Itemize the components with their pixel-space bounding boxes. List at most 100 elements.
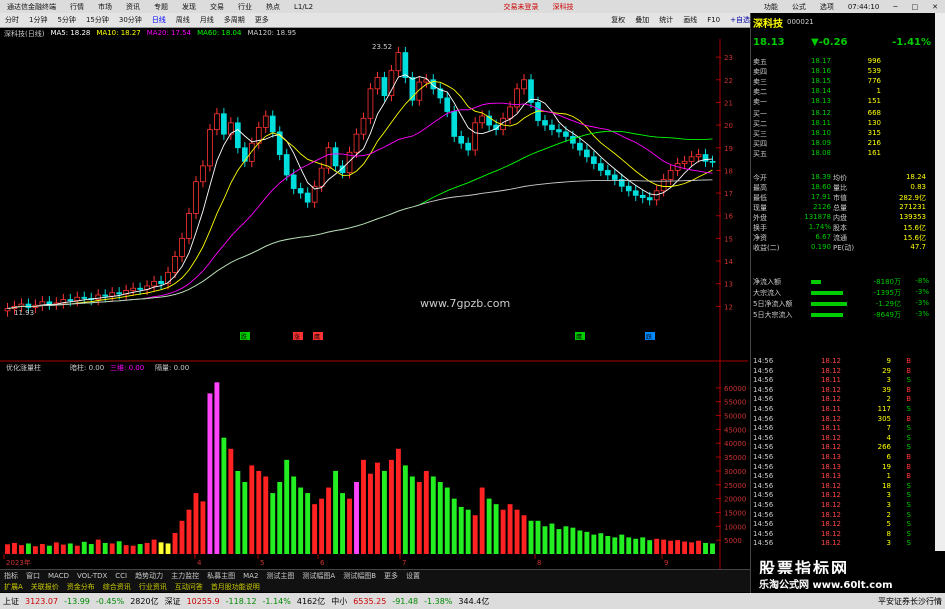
tick-row[interactable]: 14:56 18.13 1 B	[751, 472, 931, 482]
volume-bar	[388, 459, 394, 554]
extension-tab[interactable]: 扩展A	[0, 582, 27, 592]
indicator-tab[interactable]: MACD	[44, 572, 73, 580]
indicator-tab[interactable]: 更多	[380, 571, 402, 581]
period-tab[interactable]: 更多	[250, 15, 274, 25]
minimize-icon[interactable]: ─	[886, 3, 904, 11]
indicator-tab[interactable]: MA2	[239, 572, 262, 580]
tick-row[interactable]: 14:56 18.12 8 S	[751, 530, 931, 540]
extension-tab[interactable]: 首月股功能说明	[207, 582, 264, 592]
volume-bar	[647, 540, 653, 554]
candle-body	[611, 174, 618, 180]
tick-row[interactable]: 14:56 18.12 39 B	[751, 386, 931, 396]
indicator-tab[interactable]: 设置	[402, 571, 424, 581]
menu-item[interactable]: 选项	[813, 2, 841, 12]
tick-row[interactable]: 14:56 18.12 5 S	[751, 520, 931, 530]
price-low-annotation: 11.93	[14, 309, 34, 317]
volume-bar	[528, 520, 534, 554]
volume-bar	[312, 504, 318, 554]
indicator-tab[interactable]: 主力监控	[167, 571, 203, 581]
menu-item[interactable]: 行业	[231, 2, 259, 12]
period-tab-active[interactable]: 日线	[147, 15, 171, 25]
volume-bar	[116, 541, 122, 554]
period-tab[interactable]: 5分钟	[52, 15, 80, 25]
tick-cell: 14:56	[753, 453, 774, 461]
tick-row[interactable]: 14:56 18.11 3 S	[751, 376, 931, 386]
tick-row[interactable]: 14:56 18.12 3 S	[751, 491, 931, 501]
tick-row[interactable]: 14:56 18.13 6 B	[751, 453, 931, 463]
period-tab[interactable]: 分时	[0, 15, 24, 25]
volume-bar	[284, 459, 290, 554]
tick-cell: S	[906, 405, 911, 413]
extension-tab[interactable]: 综合资讯	[99, 582, 135, 592]
index-name: 中小	[331, 596, 348, 606]
indicator-tab[interactable]: 窗口	[22, 571, 44, 581]
period-tab[interactable]: 多周期	[219, 15, 250, 25]
tick-row[interactable]: 14:56 18.12 3 S	[751, 539, 931, 549]
tick-row[interactable]: 14:56 18.12 18 S	[751, 482, 931, 492]
tool-button[interactable]: F10	[702, 16, 725, 24]
tick-row[interactable]: 14:56 18.12 305 B	[751, 415, 931, 425]
period-tab[interactable]: 15分钟	[81, 15, 114, 25]
tick-row[interactable]: 14:56 18.11 7 S	[751, 424, 931, 434]
candle-body	[521, 79, 527, 90]
menu-item[interactable]: 专题	[147, 2, 175, 12]
tick-row[interactable]: 14:56 18.12 2 S	[751, 511, 931, 521]
tick-row[interactable]: 14:56 18.12 3 S	[751, 501, 931, 511]
tick-row[interactable]: 14:56 18.11 117 S	[751, 405, 931, 415]
tick-cell: 18.12	[820, 433, 841, 442]
menu-item[interactable]: 热点	[259, 2, 287, 12]
menu-item[interactable]: 公式	[785, 2, 813, 12]
period-tab[interactable]: 30分钟	[114, 15, 147, 25]
indicator-tab[interactable]: 测试主图	[262, 571, 298, 581]
trade-status[interactable]: 交易未登录	[496, 2, 545, 12]
volume-bar	[612, 537, 618, 554]
menu-item[interactable]: 市场	[91, 2, 119, 12]
period-tab[interactable]: 1分钟	[24, 15, 52, 25]
stat-row: 今开 18.39 均价 18.24	[751, 173, 931, 183]
tick-row[interactable]: 14:56 18.12 266 S	[751, 443, 931, 453]
indicator-tab[interactable]: 趋势动力	[131, 571, 167, 581]
tick-row[interactable]: 14:56 18.12 9 B	[751, 357, 931, 367]
menu-item[interactable]: 行情	[63, 2, 91, 12]
extension-tab[interactable]: 关联报价	[27, 582, 63, 592]
close-icon[interactable]: ✕	[925, 3, 945, 11]
menu-item[interactable]: 发现	[175, 2, 203, 12]
indicator-tab[interactable]: 测试幅图B	[339, 571, 380, 581]
tick-cell: 14:56	[753, 520, 774, 529]
tool-button[interactable]: 画线	[678, 15, 702, 25]
maximize-icon[interactable]: □	[905, 3, 926, 11]
menu-item[interactable]: 交易	[203, 2, 231, 12]
volume-bar	[689, 542, 695, 554]
menu-item[interactable]: 资讯	[119, 2, 147, 12]
indicator-tab[interactable]: CCI	[111, 572, 131, 580]
period-tab[interactable]: 周线	[171, 15, 195, 25]
indicator-tab[interactable]: 测试幅图A	[298, 571, 339, 581]
tick-cell: 8	[886, 529, 891, 538]
menu-item[interactable]: 功能	[757, 2, 785, 12]
tick-row[interactable]: 14:56 18.12 29 B	[751, 367, 931, 377]
tick-row[interactable]: 14:56 18.12 2 B	[751, 395, 931, 405]
tick-cell: 5	[886, 520, 891, 529]
stat-cell: 今开	[753, 174, 767, 182]
quote-cell: 1	[876, 87, 881, 95]
tick-row[interactable]: 14:56 18.12 4 S	[751, 434, 931, 444]
volume-bar	[354, 482, 359, 554]
menu-item[interactable]: L1/L2	[287, 3, 320, 11]
tick-cell: 18.11	[820, 424, 841, 433]
indicator-tab[interactable]: 指标	[0, 571, 22, 581]
quote-row: 卖二 18.14 1	[751, 87, 931, 97]
flow-bar	[811, 299, 851, 309]
tool-button[interactable]: 复权	[606, 15, 630, 25]
volume-tick-label: 5000	[724, 537, 742, 545]
extension-tab[interactable]: 行业资讯	[135, 582, 171, 592]
extension-tab[interactable]: 资金分布	[63, 582, 99, 592]
candle-body	[186, 213, 192, 239]
chart-area[interactable]: 12 13 14 15 16 17 18 19 20 21 22 23 5000 10000 15000 2…	[0, 39, 748, 569]
tool-button[interactable]: 统计	[654, 15, 678, 25]
tick-row[interactable]: 14:56 18.13 19 B	[751, 463, 931, 473]
period-tab[interactable]: 月线	[195, 15, 219, 25]
indicator-tab[interactable]: 私募主图	[203, 571, 239, 581]
indicator-tab[interactable]: VOL-TDX	[73, 572, 111, 580]
tool-button[interactable]: 叠加	[630, 15, 654, 25]
extension-tab[interactable]: 互动问答	[171, 582, 207, 592]
